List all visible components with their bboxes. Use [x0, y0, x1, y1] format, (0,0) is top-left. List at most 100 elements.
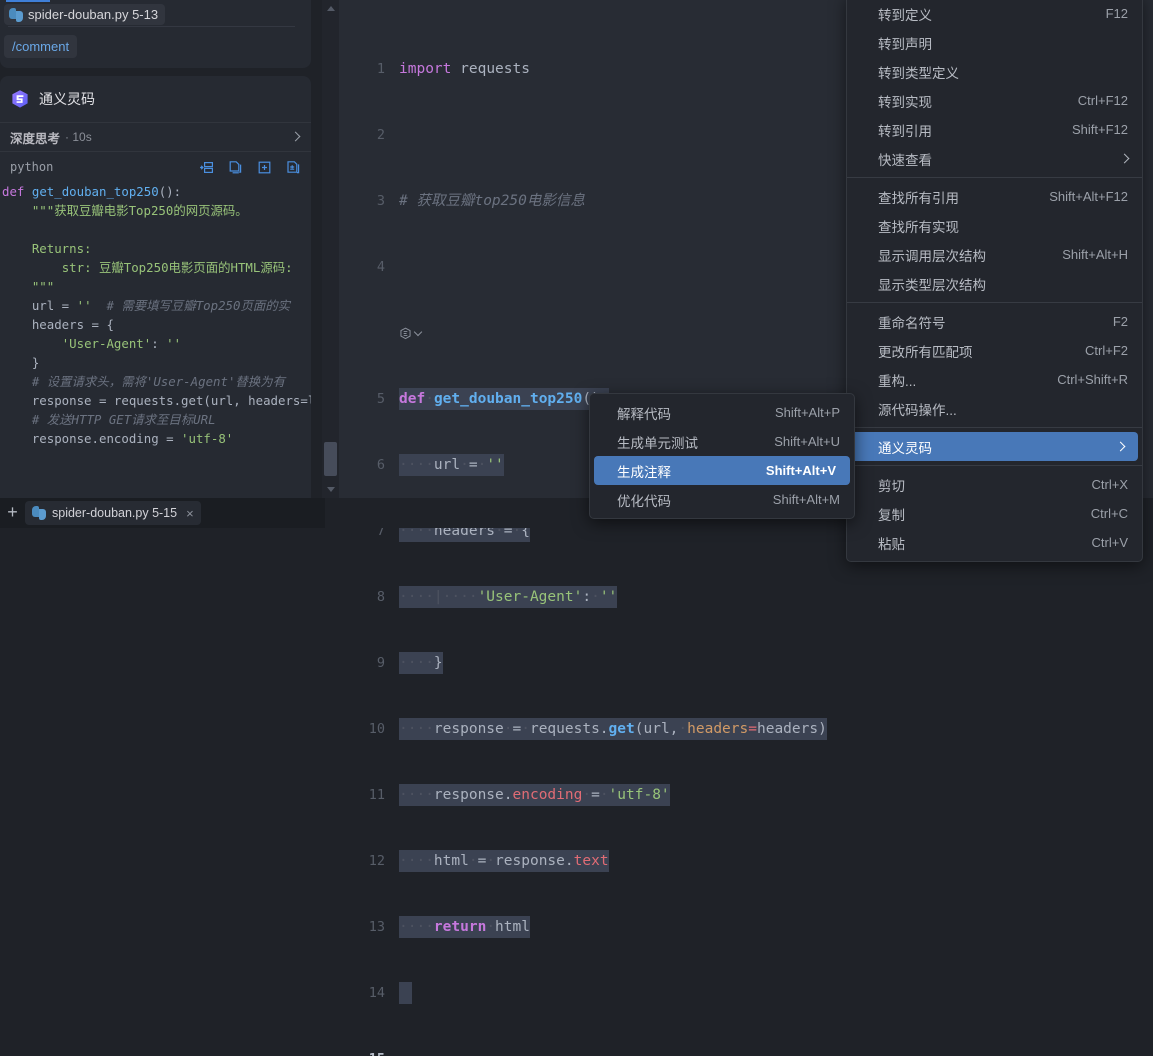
editor-line[interactable]: 9 ····}: [339, 652, 1153, 674]
menu-item-copy[interactable]: 复制 Ctrl+C: [847, 499, 1142, 528]
editor-line[interactable]: 14: [339, 982, 1153, 1004]
terminal-tab-bar: + spider-douban.py 5-15 ×: [0, 498, 325, 528]
line-number: 9: [376, 655, 385, 671]
menu-item-find-all-references[interactable]: 查找所有引用 Shift+Alt+F12: [847, 182, 1142, 211]
diff-icon[interactable]: [286, 160, 301, 175]
menu-item-label: 查找所有引用: [878, 190, 959, 206]
line-number: 4: [376, 259, 385, 275]
line-number: 1: [376, 61, 385, 77]
deep-thinking-row[interactable]: 深度思考 · 10s: [0, 122, 311, 152]
line-number: 13: [368, 919, 385, 935]
code-actions: [199, 160, 301, 175]
submenu-item-explain-code[interactable]: 解释代码 Shift+Alt+P: [590, 398, 854, 427]
menu-item-label: 剪切: [878, 478, 905, 494]
line-number: 11: [368, 787, 385, 803]
menu-item-label: 显示类型层次结构: [878, 277, 986, 293]
lingma-codelens-icon[interactable]: [399, 322, 423, 344]
menu-item-label: 重命名符号: [878, 315, 946, 331]
scrollbar-thumb[interactable]: [324, 442, 337, 476]
menu-item-lingma[interactable]: 通义灵码: [851, 432, 1138, 461]
editor-line[interactable]: 12 ····html·=·response.text: [339, 850, 1153, 872]
line-number: 3: [376, 193, 385, 209]
menu-item-label: 显示调用层次结构: [878, 248, 986, 264]
menu-item-label: 转到声明: [878, 36, 932, 52]
menu-separator: [847, 302, 1142, 303]
deep-thinking-label: 深度思考: [10, 131, 61, 146]
line-content: ····response.encoding·=·'utf-8': [399, 784, 670, 806]
menu-item-goto-type-definition[interactable]: 转到类型定义: [847, 57, 1142, 86]
deep-thinking-duration: · 10s: [65, 130, 92, 144]
menu-item-label: 快速查看: [878, 152, 932, 168]
menu-item-refactor[interactable]: 重构... Ctrl+Shift+R: [847, 365, 1142, 394]
scroll-up-arrow-icon[interactable]: [326, 6, 335, 11]
slash-command-chip[interactable]: /comment: [4, 35, 78, 58]
line-number: 12: [368, 853, 385, 869]
menu-item-show-type-hierarchy[interactable]: 显示类型层次结构: [847, 269, 1142, 298]
editor-line[interactable]: 10 ····response·=·requests.get(url,·head…: [339, 718, 1153, 740]
menu-item-find-all-implementations[interactable]: 查找所有实现: [847, 211, 1142, 240]
insert-at-cursor-icon[interactable]: [199, 160, 214, 175]
add-tab-button[interactable]: +: [4, 503, 21, 521]
menu-item-rename-symbol[interactable]: 重命名符号 F2: [847, 307, 1142, 336]
copy-icon[interactable]: [228, 160, 243, 175]
menu-item-source-action[interactable]: 源代码操作...: [847, 394, 1142, 423]
chevron-right-icon: [1115, 441, 1126, 452]
chevron-down-icon[interactable]: [413, 327, 423, 336]
menu-item-label: 转到实现: [878, 94, 932, 110]
lingma-submenu[interactable]: 解释代码 Shift+Alt+P 生成单元测试 Shift+Alt+U 生成注释…: [589, 393, 855, 519]
editor-line[interactable]: 15: [339, 1048, 1153, 1056]
close-icon[interactable]: ×: [186, 506, 194, 521]
reference-divider: [8, 26, 295, 27]
line-number: 8: [376, 589, 385, 605]
chevron-right-icon[interactable]: [290, 131, 301, 142]
chat-scrollbar[interactable]: [322, 0, 339, 498]
menu-item-label: 解释代码: [617, 406, 671, 422]
python-file-icon: [9, 7, 23, 22]
assistant-code-snippet: def get_douban_top250(): """获取豆瓣电影Top250…: [2, 184, 311, 446]
menu-item-accelerator: Shift+Alt+V: [765, 463, 836, 478]
lingma-logo-icon: [10, 89, 30, 109]
assistant-header: 通义灵码: [0, 76, 311, 122]
menu-item-label: 粘贴: [878, 536, 905, 552]
line-number: 2: [376, 127, 385, 143]
line-number-current: 15: [339, 1048, 385, 1056]
line-content: ····html·=·response.text: [399, 850, 609, 872]
line-number: 5: [376, 391, 385, 407]
submenu-item-generate-unit-test[interactable]: 生成单元测试 Shift+Alt+U: [590, 427, 854, 456]
assistant-name: 通义灵码: [39, 91, 95, 107]
reference-file-chip[interactable]: spider-douban.py 5-13: [4, 4, 166, 25]
menu-item-label: 生成单元测试: [617, 435, 698, 451]
menu-item-label: 转到引用: [878, 123, 932, 139]
menu-item-goto-implementation[interactable]: 转到实现 Ctrl+F12: [847, 86, 1142, 115]
line-content: def·get_douban_top250():: [399, 388, 609, 410]
scroll-down-arrow-icon[interactable]: [326, 487, 335, 492]
submenu-item-optimize-code[interactable]: 优化代码 Shift+Alt+M: [590, 485, 854, 514]
python-file-icon: [32, 506, 46, 520]
menu-item-accelerator: Shift+Alt+U: [774, 434, 840, 449]
editor-scrollbar[interactable]: [1143, 0, 1153, 498]
menu-item-goto-declaration[interactable]: 转到声明: [847, 28, 1142, 57]
editor-line[interactable]: 8 ····|····'User-Agent':·'': [339, 586, 1153, 608]
code-block-toolbar: python: [0, 152, 311, 182]
menu-item-paste[interactable]: 粘贴 Ctrl+V: [847, 528, 1142, 557]
chip-accent-bar: [6, 0, 50, 2]
menu-item-accelerator: Shift+Alt+P: [774, 405, 840, 420]
menu-item-label: 优化代码: [617, 493, 671, 509]
editor-line[interactable]: 13 ····return·html: [339, 916, 1153, 938]
menu-item-cut[interactable]: 剪切 Ctrl+X: [847, 470, 1142, 499]
new-file-icon[interactable]: [257, 160, 272, 175]
menu-item-peek[interactable]: 快速查看: [847, 144, 1142, 173]
menu-item-accelerator: Shift+F12: [1071, 122, 1128, 137]
menu-item-label: 查找所有实现: [878, 219, 959, 235]
open-file-tab-label: spider-douban.py 5-15: [52, 506, 178, 520]
submenu-item-generate-comment[interactable]: 生成注释 Shift+Alt+V: [594, 456, 850, 485]
menu-item-accelerator: Shift+Alt+M: [772, 492, 840, 507]
menu-item-change-all-occurrences[interactable]: 更改所有匹配项 Ctrl+F2: [847, 336, 1142, 365]
menu-item-show-call-hierarchy[interactable]: 显示调用层次结构 Shift+Alt+H: [847, 240, 1142, 269]
editor-line[interactable]: 11 ····response.encoding·=·'utf-8': [339, 784, 1153, 806]
open-file-tab[interactable]: spider-douban.py 5-15 ×: [25, 501, 201, 525]
editor-context-menu[interactable]: 转到定义 F12 转到声明 转到类型定义 转到实现 Ctrl+F12 转到引用 …: [846, 0, 1143, 562]
menu-item-goto-definition[interactable]: 转到定义 F12: [847, 0, 1142, 28]
line-content: # 获取豆瓣top250电影信息: [399, 193, 585, 209]
menu-item-goto-references[interactable]: 转到引用 Shift+F12: [847, 115, 1142, 144]
